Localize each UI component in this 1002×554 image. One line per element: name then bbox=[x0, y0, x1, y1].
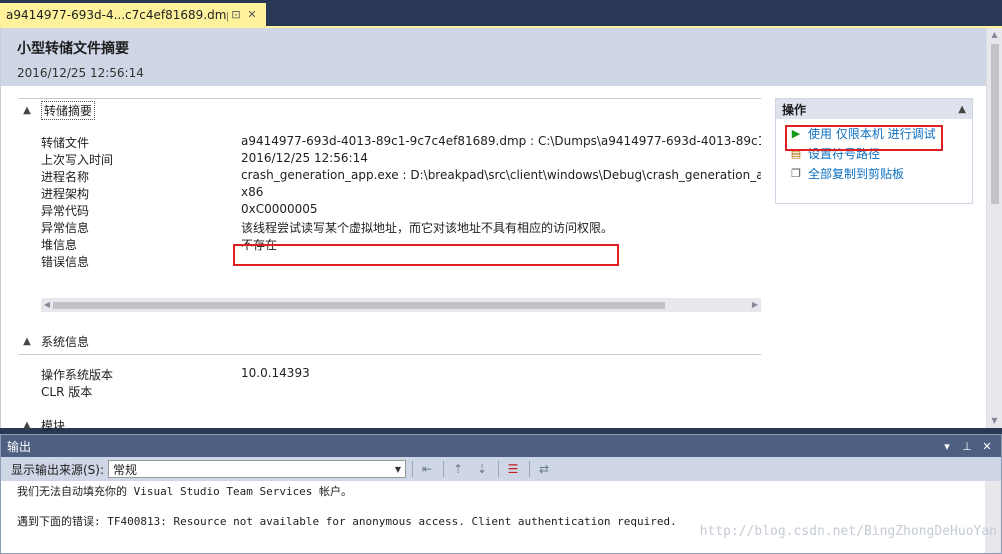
table-row: 异常信息 该线程尝试读写某个虚拟地址，而它对该地址不具有相应的访问权限。 bbox=[41, 219, 761, 236]
scroll-down-icon[interactable]: ▼ bbox=[987, 414, 1002, 428]
word-wrap-icon[interactable]: ⇄ bbox=[534, 462, 554, 476]
row-key: 堆信息 bbox=[41, 238, 78, 252]
dump-summary-label: 转储摘要 bbox=[41, 100, 96, 120]
system-info-header[interactable]: ▲ 系统信息 bbox=[19, 332, 761, 350]
output-source-label: 显示输出来源(S): bbox=[11, 462, 105, 477]
exception-info-value: 该线程尝试读写某个虚拟地址，而它对该地址不具有相应的访问权限。 bbox=[241, 221, 614, 235]
toolbar-separator bbox=[443, 461, 445, 477]
output-toolbar: 显示输出来源(S): 常规 ▼ ⇤ ⇡ ⇣ ☰ ⇄ bbox=[1, 457, 1001, 481]
close-icon[interactable]: ✕ bbox=[979, 440, 995, 453]
find-message-icon[interactable]: ⇤ bbox=[417, 462, 437, 476]
dropdown-icon[interactable]: ▾ bbox=[939, 440, 955, 453]
table-row: 转储文件 a9414977-693d-4013-89c1-9c7c4ef81689… bbox=[41, 134, 761, 151]
minidump-summary-document: 小型转储文件摘要 2016/12/25 12:56:14 ▲ 转储摘要 转储文件… bbox=[0, 28, 1002, 452]
horizontal-scrollbar[interactable]: ◀ ▶ bbox=[41, 298, 761, 312]
scroll-up-icon[interactable]: ▲ bbox=[987, 28, 1002, 42]
row-key: 进程名称 bbox=[41, 170, 90, 184]
row-value: a9414977-693d-4013-89c1-9c7c4ef81689.dmp… bbox=[241, 134, 761, 148]
system-info-table: 操作系统版本 10.0.14393 CLR 版本 bbox=[41, 366, 761, 400]
row-value: 0xC0000005 bbox=[241, 202, 318, 216]
pin-icon[interactable]: ⊡ bbox=[228, 8, 244, 21]
output-source-select[interactable]: 常规 ▼ bbox=[108, 460, 407, 478]
row-key: 操作系统版本 bbox=[41, 368, 114, 382]
row-value: 2016/12/25 12:56:14 bbox=[241, 151, 368, 165]
row-value: 10.0.14393 bbox=[241, 366, 310, 380]
clear-all-icon[interactable]: ☰ bbox=[503, 462, 523, 476]
document-tab-title: a9414977-693d-4...c7c4ef81689.dmp bbox=[6, 7, 228, 22]
output-line: 遇到下面的错误: TF400813: Resource not availabl… bbox=[17, 515, 677, 528]
vertical-scrollbar[interactable]: ▲ ▼ bbox=[986, 28, 1002, 428]
system-info-label: 系统信息 bbox=[41, 334, 90, 349]
output-source-value: 常规 bbox=[113, 462, 138, 477]
row-key: 进程架构 bbox=[41, 187, 90, 201]
divider bbox=[19, 354, 761, 355]
row-value: x86 bbox=[241, 185, 264, 199]
document-tab-bar: a9414977-693d-4...c7c4ef81689.dmp ⊡ ✕ bbox=[0, 0, 1002, 26]
close-icon[interactable]: ✕ bbox=[244, 8, 260, 21]
row-key: CLR 版本 bbox=[41, 385, 93, 399]
row-value bbox=[241, 383, 761, 400]
output-title-bar: 输出 ▾ ⊥ ✕ bbox=[1, 435, 1001, 457]
page-title: 小型转储文件摘要 bbox=[17, 41, 129, 57]
row-key: 异常信息 bbox=[41, 221, 90, 235]
toolbar-separator bbox=[498, 461, 500, 477]
copy-icon: ❐ bbox=[791, 166, 801, 180]
table-row: 进程架构 x86 bbox=[41, 185, 761, 202]
actions-header[interactable]: 操作 ▲ bbox=[776, 99, 972, 119]
actions-panel: 操作 ▲ ▶ 使用 仅限本机 进行调试 ▤ 设置符号路径 ❐ 全部复制到剪贴板 bbox=[775, 98, 973, 204]
dump-summary-header[interactable]: ▲ 转储摘要 bbox=[19, 100, 761, 120]
chevron-up-icon[interactable]: ▲ bbox=[19, 420, 35, 431]
exception-info-highlight bbox=[233, 244, 619, 266]
copy-all-label: 全部复制到剪贴板 bbox=[808, 166, 905, 181]
toolbar-separator bbox=[412, 461, 414, 477]
output-line: 我们无法自动填充你的 Visual Studio Team Services 帐… bbox=[17, 485, 353, 498]
document-header: 小型转储文件摘要 2016/12/25 12:56:14 bbox=[1, 28, 987, 86]
output-text[interactable]: 我们无法自动填充你的 Visual Studio Team Services 帐… bbox=[17, 483, 677, 528]
table-row: CLR 版本 bbox=[41, 383, 761, 400]
row-key: 异常代码 bbox=[41, 204, 90, 218]
table-row: 进程名称 crash_generation_app.exe : D:\breakp… bbox=[41, 168, 761, 185]
chevron-down-icon[interactable]: ▼ bbox=[395, 465, 401, 474]
modules-label: 模块 bbox=[41, 418, 66, 433]
debug-action-highlight bbox=[785, 125, 943, 151]
chevron-up-icon[interactable]: ▲ bbox=[958, 104, 966, 115]
toolbar-separator bbox=[529, 461, 531, 477]
output-window: 输出 ▾ ⊥ ✕ 显示输出来源(S): 常规 ▼ ⇤ ⇡ ⇣ ☰ ⇄ 我们无法自… bbox=[0, 434, 1002, 554]
row-key: 上次写入时间 bbox=[41, 153, 114, 167]
scrollbar-thumb[interactable] bbox=[991, 44, 999, 204]
dump-summary-section: ▲ 转储摘要 bbox=[19, 98, 761, 120]
output-vertical-scrollbar[interactable] bbox=[985, 481, 1001, 553]
row-key: 转储文件 bbox=[41, 136, 90, 150]
modules-header[interactable]: ▲ 模块 bbox=[19, 416, 761, 434]
pin-icon[interactable]: ⊥ bbox=[959, 440, 975, 453]
previous-message-icon[interactable]: ⇡ bbox=[448, 462, 468, 476]
next-message-icon[interactable]: ⇣ bbox=[472, 462, 492, 476]
scroll-left-icon[interactable]: ◀ bbox=[41, 298, 53, 312]
scroll-right-icon[interactable]: ▶ bbox=[749, 298, 761, 312]
table-row: 异常代码 0xC0000005 bbox=[41, 202, 761, 219]
row-value: crash_generation_app.exe : D:\breakpad\s… bbox=[241, 168, 761, 182]
actions-title: 操作 bbox=[782, 102, 807, 117]
scrollbar-thumb[interactable] bbox=[53, 302, 665, 309]
row-key: 错误信息 bbox=[41, 255, 90, 269]
page-datetime: 2016/12/25 12:56:14 bbox=[17, 66, 144, 80]
watermark: http://blog.csdn.net/BingZhongDeHuoYan bbox=[699, 524, 997, 539]
chevron-up-icon[interactable]: ▲ bbox=[19, 336, 35, 347]
chevron-up-icon[interactable]: ▲ bbox=[19, 105, 35, 116]
table-row: 上次写入时间 2016/12/25 12:56:14 bbox=[41, 151, 761, 168]
table-row: 操作系统版本 10.0.14393 bbox=[41, 366, 761, 383]
document-tab[interactable]: a9414977-693d-4...c7c4ef81689.dmp ⊡ ✕ bbox=[0, 3, 266, 26]
output-title: 输出 bbox=[7, 439, 32, 454]
copy-all-link[interactable]: ❐ 全部复制到剪贴板 bbox=[776, 163, 972, 183]
